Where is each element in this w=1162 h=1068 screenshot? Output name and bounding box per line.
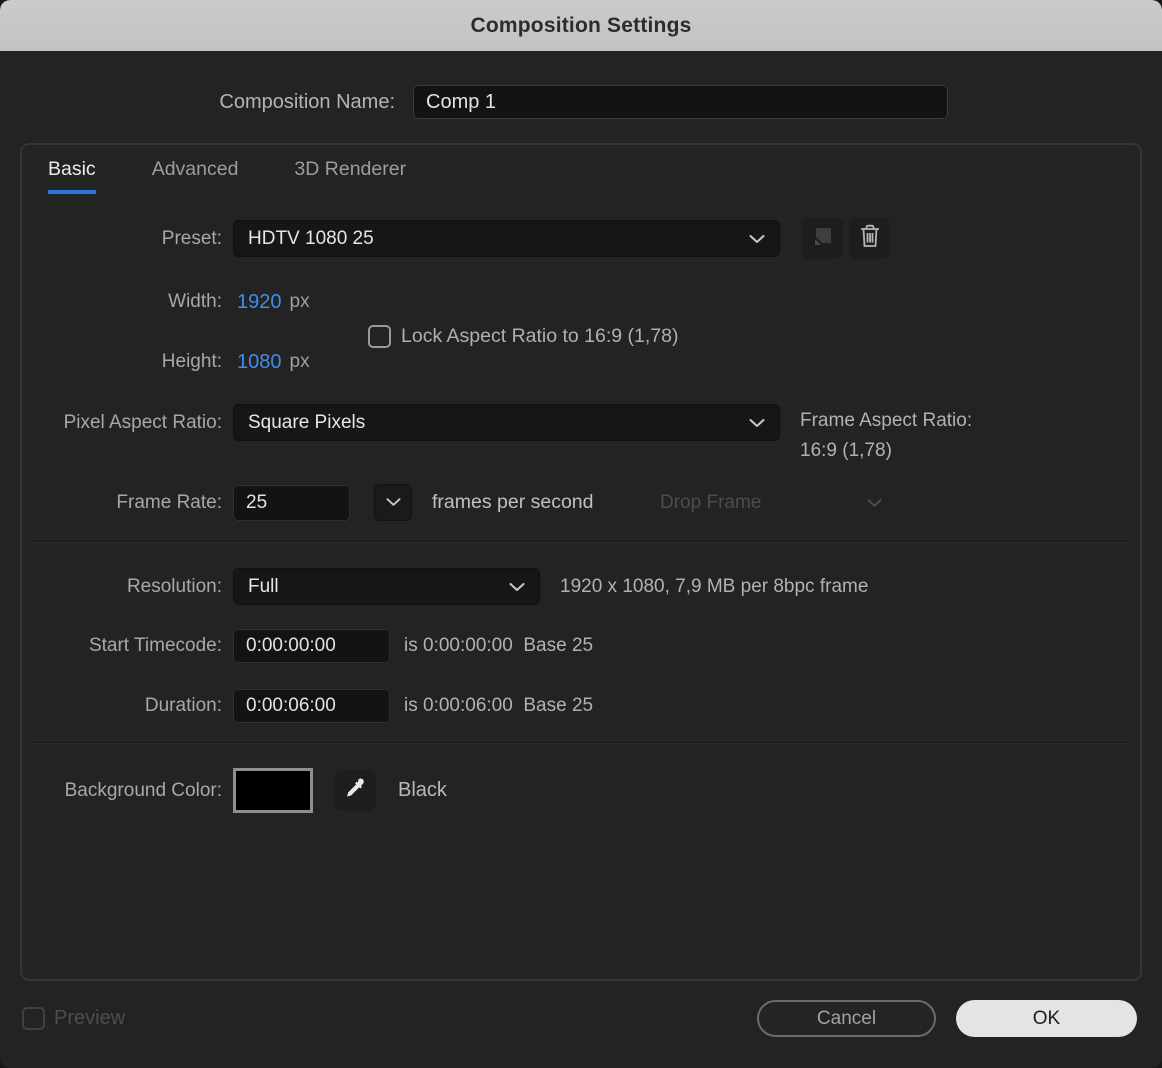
chevron-down-icon — [385, 494, 401, 512]
settings-panel — [20, 143, 1142, 981]
tab-advanced[interactable]: Advanced — [152, 158, 239, 194]
preset-row: Preset: HDTV 1080 25 — [0, 218, 1162, 259]
frame-rate-row: Frame Rate: frames per second Drop Frame — [0, 484, 1162, 521]
start-timecode-label: Start Timecode: — [88, 635, 222, 656]
cancel-button-label: Cancel — [816, 1007, 877, 1029]
start-timecode-input[interactable] — [233, 629, 390, 663]
save-preset-button[interactable] — [802, 218, 843, 259]
lock-aspect-label: Lock Aspect Ratio to 16:9 (1,78) — [401, 325, 679, 347]
preset-value: HDTV 1080 25 — [248, 227, 374, 249]
background-color-swatch[interactable] — [233, 768, 313, 813]
frame-aspect-ratio-block: Frame Aspect Ratio: 16:9 (1,78) — [800, 406, 972, 466]
duration-label: Duration: — [144, 695, 222, 716]
frame-rate-unit: frames per second — [432, 491, 594, 513]
width-label: Width: — [168, 291, 222, 312]
lock-aspect-checkbox[interactable] — [368, 325, 391, 348]
eyedropper-button[interactable] — [335, 770, 376, 811]
section-divider — [30, 541, 1132, 542]
duration-row: Duration: is 0:00:06:00 Base 25 — [0, 689, 1162, 723]
preset-label: Preset: — [161, 227, 222, 249]
drop-frame-dropdown: Drop Frame — [660, 492, 882, 514]
preview-row: Preview — [22, 1006, 322, 1030]
tab-basic[interactable]: Basic — [48, 158, 96, 194]
tab-bar: Basic Advanced 3D Renderer — [48, 158, 406, 194]
height-unit: px — [289, 351, 310, 372]
eyedropper-icon — [344, 777, 367, 805]
height-row: Height: 1080 px — [0, 349, 1162, 375]
chevron-down-icon — [509, 576, 525, 598]
width-value[interactable]: 1920 — [237, 291, 282, 314]
section-divider — [30, 742, 1132, 743]
start-timecode-info: is 0:00:00:00 Base 25 — [404, 635, 594, 656]
resolution-dropdown[interactable]: Full — [233, 568, 540, 605]
pixel-aspect-ratio-label: Pixel Aspect Ratio: — [63, 411, 222, 433]
frame-rate-dropdown-button[interactable] — [374, 484, 412, 521]
background-color-row: Background Color: Black — [0, 768, 1162, 813]
resolution-value: Full — [248, 575, 279, 597]
composition-name-input[interactable] — [413, 85, 948, 119]
preset-dropdown[interactable]: HDTV 1080 25 — [233, 220, 780, 257]
dialog-title: Composition Settings — [470, 13, 692, 37]
width-unit: px — [289, 291, 310, 312]
drop-frame-label: Drop Frame — [660, 491, 762, 513]
background-color-name: Black — [398, 779, 447, 801]
tab-3d-renderer[interactable]: 3D Renderer — [294, 158, 406, 194]
save-preset-icon — [810, 223, 836, 254]
height-label: Height: — [161, 351, 222, 372]
background-color-label: Background Color: — [64, 779, 222, 801]
composition-name-row: Composition Name: — [0, 85, 1162, 119]
chevron-down-icon — [749, 228, 765, 250]
pixel-aspect-ratio-row: Pixel Aspect Ratio: Square Pixels — [0, 404, 1162, 441]
width-row: Width: 1920 px — [0, 289, 1162, 315]
ok-button-label: OK — [1032, 1007, 1061, 1029]
resolution-row: Resolution: Full 1920 x 1080, 7,9 MB per… — [0, 568, 1162, 605]
preview-checkbox — [22, 1006, 45, 1030]
preview-label: Preview — [54, 1006, 126, 1029]
composition-settings-dialog: Composition Settings Composition Name: B… — [0, 0, 1162, 1068]
cancel-button[interactable]: Cancel — [757, 1000, 936, 1037]
frame-aspect-ratio-value: 16:9 (1,78) — [800, 440, 892, 461]
chevron-down-icon — [867, 492, 882, 514]
frame-rate-input[interactable] — [233, 484, 350, 521]
pixel-aspect-ratio-dropdown[interactable]: Square Pixels — [233, 404, 780, 441]
chevron-down-icon — [749, 412, 765, 434]
pixel-aspect-ratio-value: Square Pixels — [248, 411, 366, 433]
height-value[interactable]: 1080 — [237, 351, 282, 374]
frame-rate-label: Frame Rate: — [116, 491, 222, 513]
resolution-label: Resolution: — [126, 575, 222, 597]
delete-preset-button[interactable] — [849, 218, 890, 259]
frame-aspect-ratio-label: Frame Aspect Ratio: — [800, 410, 973, 431]
ok-button[interactable]: OK — [956, 1000, 1137, 1037]
duration-input[interactable] — [233, 689, 390, 723]
duration-info: is 0:00:06:00 Base 25 — [404, 695, 594, 716]
resolution-info: 1920 x 1080, 7,9 MB per 8bpc frame — [560, 575, 869, 597]
start-timecode-row: Start Timecode: is 0:00:00:00 Base 25 — [0, 629, 1162, 663]
title-bar: Composition Settings — [0, 0, 1162, 51]
lock-aspect-row: Lock Aspect Ratio to 16:9 (1,78) — [368, 325, 968, 348]
composition-name-label: Composition Name: — [219, 90, 395, 113]
trash-icon — [858, 223, 882, 254]
